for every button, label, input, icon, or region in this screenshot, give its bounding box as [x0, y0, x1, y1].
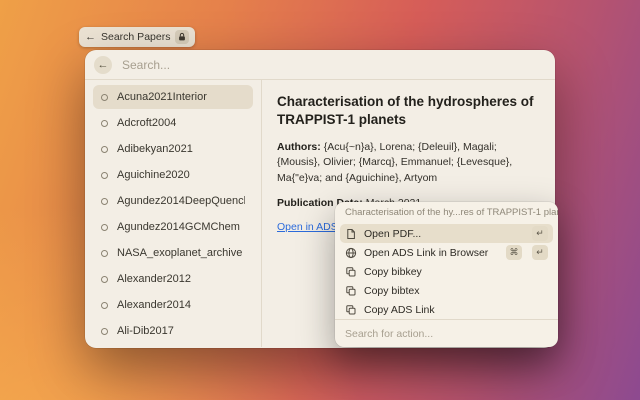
circle-icon — [101, 94, 108, 101]
list-item[interactable]: Alexander2014 — [93, 293, 253, 317]
list-item[interactable]: Alexander2012 — [93, 267, 253, 291]
action-menu-item[interactable]: Open PDF... ↵ — [340, 224, 553, 243]
action-menu-item[interactable]: Copy ADS Link — [340, 300, 553, 319]
back-arrow-icon: ← — [85, 32, 96, 43]
circle-icon — [101, 250, 108, 257]
copy-icon — [345, 266, 357, 278]
list-item-label: Acuna2021Interior — [117, 91, 207, 103]
lock-icon — [175, 30, 189, 44]
circle-icon — [101, 198, 108, 205]
back-button[interactable]: ← — [94, 56, 112, 74]
document-icon — [345, 228, 357, 240]
action-menu-header: Characterisation of the hy...res of TRAP… — [335, 202, 558, 222]
action-search-input[interactable]: Search for action... — [335, 319, 558, 347]
open-in-ads-link[interactable]: Open in ADS — [277, 221, 338, 233]
action-item-label: Copy ADS Link — [364, 304, 548, 316]
copy-icon — [345, 304, 357, 316]
list-item[interactable]: Agundez2014GCMChem — [93, 215, 253, 239]
shortcut-key: ↵ — [532, 226, 548, 241]
paper-list: Acuna2021Interior Adcroft2004 Adibekyan202… — [85, 80, 262, 347]
list-item[interactable]: Ali-Dib2017 — [93, 319, 253, 343]
list-item-label: Alexander2012 — [117, 273, 191, 285]
list-item[interactable]: Aguichine2020 — [93, 163, 253, 187]
list-item[interactable]: Adibekyan2021 — [93, 137, 253, 161]
list-item-label: Agundez2014DeepQuench — [117, 195, 245, 207]
circle-icon — [101, 146, 108, 153]
action-item-label: Open ADS Link in Browser — [364, 247, 496, 259]
desktop-background: ← Search Papers ← Search... Acuna2021Int… — [0, 0, 640, 400]
circle-icon — [101, 224, 108, 231]
list-item[interactable]: Alibert2005 — [93, 345, 253, 347]
list-item[interactable]: Agundez2014DeepQuench — [93, 189, 253, 213]
copy-icon — [345, 285, 357, 297]
list-item-label: Agundez2014GCMChem — [117, 221, 240, 233]
action-menu-item[interactable]: Copy bibtex — [340, 281, 553, 300]
list-item-label: Aguichine2020 — [117, 169, 190, 181]
list-item-label: Alexander2014 — [117, 299, 191, 311]
list-item-label: NASA_exoplanet_archive — [117, 247, 242, 259]
paper-title: Characterisation of the hydrospheres of … — [277, 93, 540, 129]
search-papers-pill[interactable]: ← Search Papers — [79, 27, 195, 47]
list-item[interactable]: NASA_exoplanet_archive — [93, 241, 253, 265]
action-menu-item[interactable]: Copy bibkey — [340, 262, 553, 281]
pill-label: Search Papers — [101, 31, 170, 43]
paper-authors: Authors:{Acu{~n}a}, Lorena; {Deleuil}, M… — [277, 140, 540, 187]
circle-icon — [101, 302, 108, 309]
authors-label: Authors: — [277, 141, 321, 153]
window-header: ← Search... — [85, 50, 555, 80]
circle-icon — [101, 120, 108, 127]
shortcut-key: ⌘ — [506, 245, 522, 260]
action-menu-items: Open PDF... ↵ Open ADS Link in Browser ⌘ ↵ Co… — [335, 222, 558, 319]
list-item-label: Ali-Dib2017 — [117, 325, 174, 337]
action-item-label: Copy bibkey — [364, 266, 548, 278]
action-menu-item[interactable]: Open ADS Link in Browser ⌘ ↵ — [340, 243, 553, 262]
globe-icon — [345, 247, 357, 259]
list-item[interactable]: Adcroft2004 — [93, 111, 253, 135]
search-input[interactable]: Search... — [122, 58, 546, 72]
shortcut-key: ↵ — [532, 245, 548, 260]
circle-icon — [101, 328, 108, 335]
circle-icon — [101, 276, 108, 283]
action-menu: Characterisation of the hy...res of TRAP… — [335, 202, 558, 347]
action-item-label: Open PDF... — [364, 228, 522, 240]
list-item[interactable]: Acuna2021Interior — [93, 85, 253, 109]
list-item-label: Adibekyan2021 — [117, 143, 193, 155]
circle-icon — [101, 172, 108, 179]
list-item-label: Adcroft2004 — [117, 117, 176, 129]
action-item-label: Copy bibtex — [364, 285, 548, 297]
